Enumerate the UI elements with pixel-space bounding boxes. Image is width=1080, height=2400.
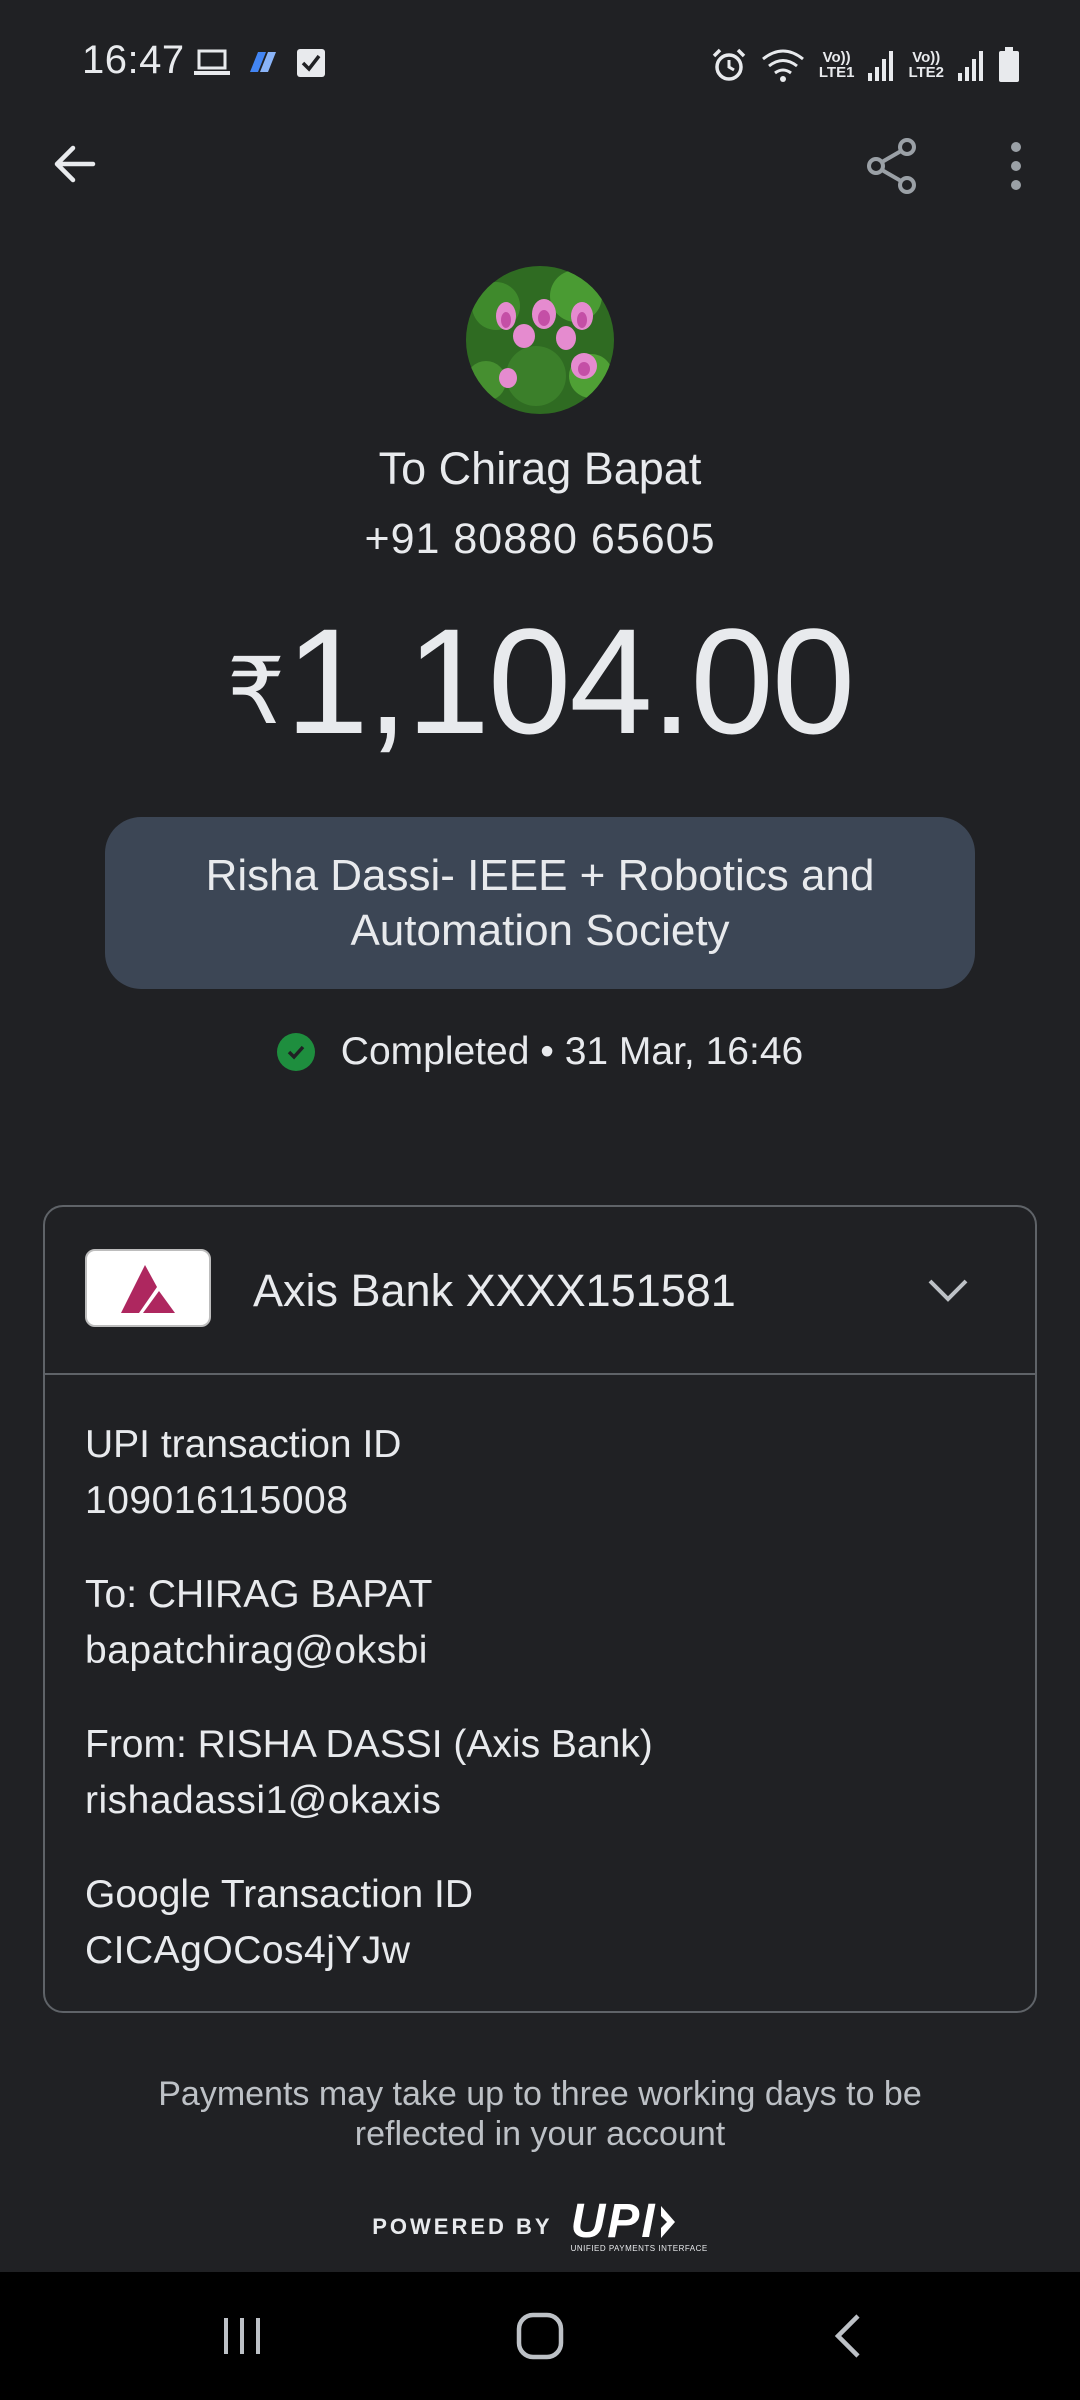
- signal-icon: [958, 51, 983, 81]
- system-navigation-bar: [0, 2272, 1080, 2400]
- footer-note: Payments may take up to three working da…: [158, 2075, 922, 2153]
- more-vertical-icon: [1011, 142, 1021, 190]
- status-text: Completed • 31 Mar, 16:46: [340, 1030, 804, 1073]
- upi-logo-text: UPI: [570, 2195, 657, 2248]
- arrow-left-icon: [54, 145, 96, 183]
- system-back-button[interactable]: [806, 2296, 890, 2376]
- powered-by-upi: POWERED BY UPI UNIFIED PAYMENTS INTERFAC…: [0, 2195, 1080, 2254]
- lte2-label: LTE2: [908, 64, 944, 81]
- battery-icon: [999, 47, 1019, 82]
- lte2-indicator: Vo)) LTE2: [908, 50, 944, 80]
- chevron-down-icon: [928, 1279, 968, 1302]
- lte1-label: LTE1: [818, 64, 855, 81]
- check-circle-icon: [276, 1033, 315, 1071]
- amount-display: ₹1,104.00: [0, 606, 1080, 756]
- sender-detail: From: RISHA DASSI (Axis Bank) rishadassi…: [85, 1717, 653, 1829]
- payee-title: To Chirag Bapat: [378, 443, 702, 494]
- signal-icon: [868, 51, 894, 81]
- back-chevron-icon: [834, 2314, 860, 2358]
- back-button[interactable]: [40, 130, 108, 198]
- axis-bank-logo: [85, 1249, 211, 1327]
- upi-logo: UPI UNIFIED PAYMENTS INTERFACE: [570, 2195, 708, 2254]
- recipient-detail: To: CHIRAG BAPAT bapatchirag@oksbi: [85, 1567, 432, 1679]
- recents-icon: [224, 2318, 260, 2354]
- lotus-photo-image: [466, 266, 614, 414]
- upi-transaction-id: UPI transaction ID 109016115008: [85, 1417, 401, 1529]
- more-options-button[interactable]: [986, 130, 1046, 202]
- powered-by-label: POWERED BY: [372, 2213, 553, 2239]
- amount-value: 1,104.00: [285, 597, 855, 765]
- google-transaction-id: Google Transaction ID CICAgOCos4jYJw: [85, 1867, 473, 1979]
- detail-value: rishadassi1@okaxis: [85, 1779, 442, 1822]
- home-button[interactable]: [498, 2296, 582, 2376]
- transaction-details-card: Axis Bank XXXX151581 UPI transaction ID …: [43, 1205, 1037, 2013]
- bank-account-row[interactable]: Axis Bank XXXX151581: [45, 1207, 1035, 1375]
- payee-avatar: [466, 266, 614, 414]
- volte-label: Vo)): [912, 49, 941, 66]
- detail-label: From: RISHA DASSI (Axis Bank): [85, 1723, 653, 1766]
- share-button[interactable]: [856, 130, 928, 202]
- alarm-icon: [712, 48, 746, 81]
- app-notification-icon: [250, 52, 276, 72]
- detail-label: Google Transaction ID: [85, 1873, 474, 1916]
- laptop-icon: [194, 49, 230, 75]
- detail-value: bapatchirag@oksbi: [85, 1629, 428, 1672]
- currency-symbol: ₹: [226, 641, 286, 743]
- payee-phone: +91 80880 65605: [364, 515, 716, 563]
- status-bar: 16:47 Vo)) LTE1 Vo)) LTE2: [0, 0, 1080, 128]
- payment-note: Risha Dassi- IEEE + Robotics and Automat…: [105, 817, 975, 989]
- transaction-status: Completed • 31 Mar, 16:46: [0, 1030, 1080, 1074]
- lte1-indicator: Vo)) LTE1: [819, 50, 855, 80]
- status-right-icons: Vo)) LTE1 Vo)) LTE2: [711, 40, 1020, 90]
- detail-label: UPI transaction ID: [85, 1423, 402, 1466]
- expand-button[interactable]: [925, 1267, 971, 1318]
- volte-label: Vo)): [822, 49, 851, 66]
- status-time: 16:47: [82, 38, 185, 82]
- recents-button[interactable]: [200, 2296, 284, 2376]
- detail-value: CICAgOCos4jYJw: [85, 1929, 411, 1972]
- detail-label: To: CHIRAG BAPAT: [85, 1573, 433, 1616]
- detail-value: 109016115008: [85, 1479, 349, 1522]
- wifi-icon: [761, 49, 804, 82]
- share-icon: [867, 138, 916, 194]
- checkbox-notification-icon: [297, 49, 325, 77]
- upi-logo-subtitle: UNIFIED PAYMENTS INTERFACE: [570, 2244, 708, 2253]
- bank-account-name: Axis Bank XXXX151581: [253, 1265, 736, 1316]
- home-icon: [516, 2312, 564, 2360]
- upi-arrow-icon: [656, 2206, 675, 2238]
